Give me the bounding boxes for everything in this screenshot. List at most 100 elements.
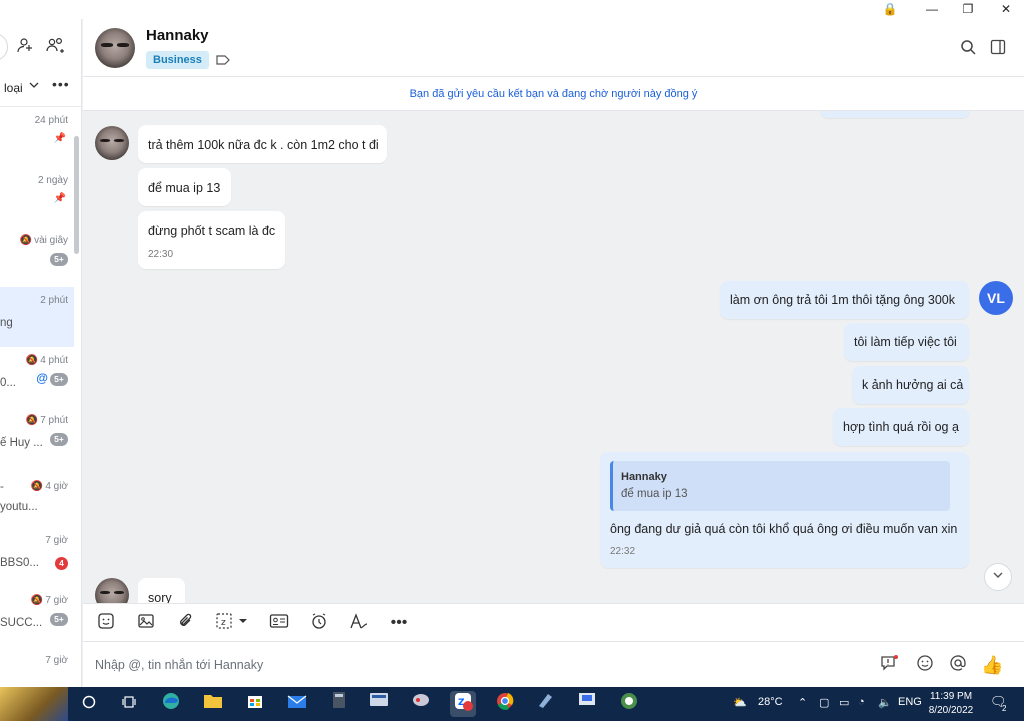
message-bubble-outgoing-reply[interactable]: Hannaky để mua ip 13 ông đang dư giả quá…: [600, 452, 969, 568]
message-text: để mua ip 13: [148, 181, 221, 195]
app-icon[interactable]: [574, 691, 600, 717]
lock-icon[interactable]: 🔒: [880, 1, 900, 17]
conversation-time: 🔕 4 giờ: [30, 481, 68, 492]
volume-icon[interactable]: 🔈: [878, 696, 892, 709]
file-explorer-icon[interactable]: [200, 691, 226, 717]
muted-bell-icon: 🔕: [30, 481, 44, 492]
microsoft-store-icon[interactable]: [242, 691, 268, 717]
muted-bell-icon: 🔕: [25, 415, 39, 426]
conversation-info-panel-icon[interactable]: [988, 39, 1008, 59]
conversation-item[interactable]: 7 giờ: [0, 647, 74, 687]
screenshot-icon[interactable]: z: [215, 612, 251, 634]
scroll-to-bottom-button[interactable]: [984, 563, 1012, 591]
desktop-wallpaper-thumbnail: [0, 687, 68, 721]
add-friend-icon[interactable]: [16, 36, 36, 56]
contact-avatar[interactable]: [95, 578, 129, 603]
message-time: 22:32: [610, 546, 636, 557]
app-icon[interactable]: [366, 691, 392, 717]
conversation-item[interactable]: - 🔕 4 giờ youtu...: [0, 467, 74, 527]
self-avatar[interactable]: VL: [979, 281, 1013, 315]
mention-icon[interactable]: [947, 654, 969, 676]
conversation-time: 24 phút: [34, 115, 68, 126]
minimize-button[interactable]: —: [922, 1, 942, 17]
image-icon[interactable]: [135, 612, 157, 634]
contact-card-icon[interactable]: [268, 612, 290, 634]
contact-name[interactable]: Hannaky: [146, 27, 209, 44]
task-view-icon[interactable]: [116, 691, 142, 717]
app-icon[interactable]: [616, 691, 642, 717]
conversation-item[interactable]: 🔕 vài giây 5+: [0, 227, 74, 287]
chrome-browser-icon[interactable]: [492, 691, 518, 717]
more-options-icon[interactable]: •••: [52, 76, 70, 92]
app-icon[interactable]: [532, 691, 558, 717]
notification-count: 2: [1002, 704, 1007, 713]
windows-taskbar: Z ⛅ 28°C ⌃ ▢ ▭ ◔ 🔈 ENG 11:39 PM 8/20/202…: [0, 687, 1024, 721]
meet-now-icon[interactable]: ▢: [819, 696, 829, 709]
conversation-preview: 0...: [0, 377, 16, 389]
conversation-preview: BBS0...: [0, 557, 39, 569]
chevron-up-icon[interactable]: ⌃: [798, 696, 807, 709]
battery-icon[interactable]: ▭: [839, 696, 849, 709]
message-bubble-outgoing[interactable]: hợp tình quá rồi og ạ: [833, 408, 969, 446]
message-bubble-incoming[interactable]: trả thêm 100k nữa đc k . còn 1m2 cho t đ…: [138, 125, 387, 163]
attachment-icon[interactable]: [175, 612, 197, 634]
filter-label[interactable]: loại: [4, 81, 23, 95]
message-input[interactable]: [95, 653, 855, 677]
sticker-icon[interactable]: [95, 612, 117, 634]
search-circle-icon[interactable]: [76, 691, 102, 717]
message-bubble-outgoing[interactable]: k ảnh hưởng ai cả: [852, 366, 969, 404]
input-language[interactable]: ENG: [898, 696, 922, 708]
pin-icon: 📌: [53, 133, 66, 144]
muted-bell-icon: 🔕: [25, 355, 39, 366]
app-icon[interactable]: [408, 691, 434, 717]
conversation-item[interactable]: 🔕 4 phút 0... @ 5+: [0, 347, 74, 407]
contact-tag-badge[interactable]: Business: [146, 51, 209, 69]
conversation-list-scrollbar[interactable]: [74, 136, 79, 254]
clock-date: 8/20/2022: [928, 705, 974, 716]
create-group-icon[interactable]: [45, 36, 65, 56]
conversation-item[interactable]: 🔕 7 phút ế Huy ... 5+: [0, 407, 74, 467]
quoted-message[interactable]: Hannaky để mua ip 13: [610, 461, 950, 511]
restore-button[interactable]: ❐: [958, 1, 978, 17]
conversation-preview: ng: [0, 317, 13, 329]
conversation-item[interactable]: 2 ngày 📌: [0, 167, 74, 227]
system-clock[interactable]: 11:39 PM 8/20/2022: [924, 690, 978, 718]
search-icon[interactable]: [958, 39, 978, 59]
label-tag-icon[interactable]: [216, 54, 230, 69]
more-options-icon[interactable]: •••: [388, 612, 410, 634]
conversation-item[interactable]: 7 giờ BBS0... 4: [0, 527, 74, 587]
weather-temperature[interactable]: 28°C: [758, 696, 783, 708]
conversation-item-active[interactable]: 2 phút ng: [0, 287, 74, 347]
calculator-icon[interactable]: [326, 691, 352, 717]
wifi-icon[interactable]: ◔: [858, 696, 865, 708]
message-bubble-outgoing[interactable]: tôi làm tiếp việc tôi: [844, 323, 969, 361]
contact-avatar[interactable]: [95, 28, 135, 68]
conversation-preview: SUCC...: [0, 617, 43, 629]
message-text: k ảnh hưởng ai cả: [862, 378, 964, 392]
weather-icon[interactable]: ⛅: [733, 696, 747, 709]
text-format-icon[interactable]: [348, 612, 370, 634]
composer-toolbar: z •••: [83, 603, 1024, 642]
contact-avatar[interactable]: [95, 126, 129, 160]
close-button[interactable]: ✕: [996, 1, 1016, 17]
edge-browser-icon[interactable]: [158, 691, 184, 717]
message-text: sory: [148, 591, 172, 603]
reminder-alarm-icon[interactable]: [308, 612, 330, 634]
message-bubble-incoming[interactable]: đừng phốt t scam là đc 22:30: [138, 211, 285, 269]
mention-icon: @: [36, 371, 48, 385]
chevron-down-icon[interactable]: [28, 79, 40, 94]
zalo-app-icon[interactable]: Z: [450, 691, 476, 717]
search-input[interactable]: [0, 33, 8, 61]
conversation-item[interactable]: 24 phút 📌: [0, 107, 74, 167]
conversation-time: 7 giờ: [45, 655, 68, 666]
message-bubble-incoming[interactable]: sory: [138, 578, 185, 603]
mail-icon[interactable]: [284, 691, 310, 717]
quick-message-icon[interactable]: [879, 654, 901, 676]
message-list[interactable]: trả thêm 100k nữa đc k . còn 1m2 cho t đ…: [83, 111, 1024, 603]
like-thumbs-up-icon[interactable]: 👍: [981, 654, 1003, 676]
message-bubble-incoming[interactable]: để mua ip 13: [138, 168, 231, 206]
conversation-item[interactable]: 🔕 7 giờ SUCC... 5+: [0, 587, 74, 647]
message-bubble-outgoing[interactable]: làm ơn ông trả tôi 1m thôi tặng ông 300k: [720, 281, 969, 319]
emoji-icon[interactable]: [914, 654, 936, 676]
conversation-time: 2 phút: [40, 295, 68, 306]
